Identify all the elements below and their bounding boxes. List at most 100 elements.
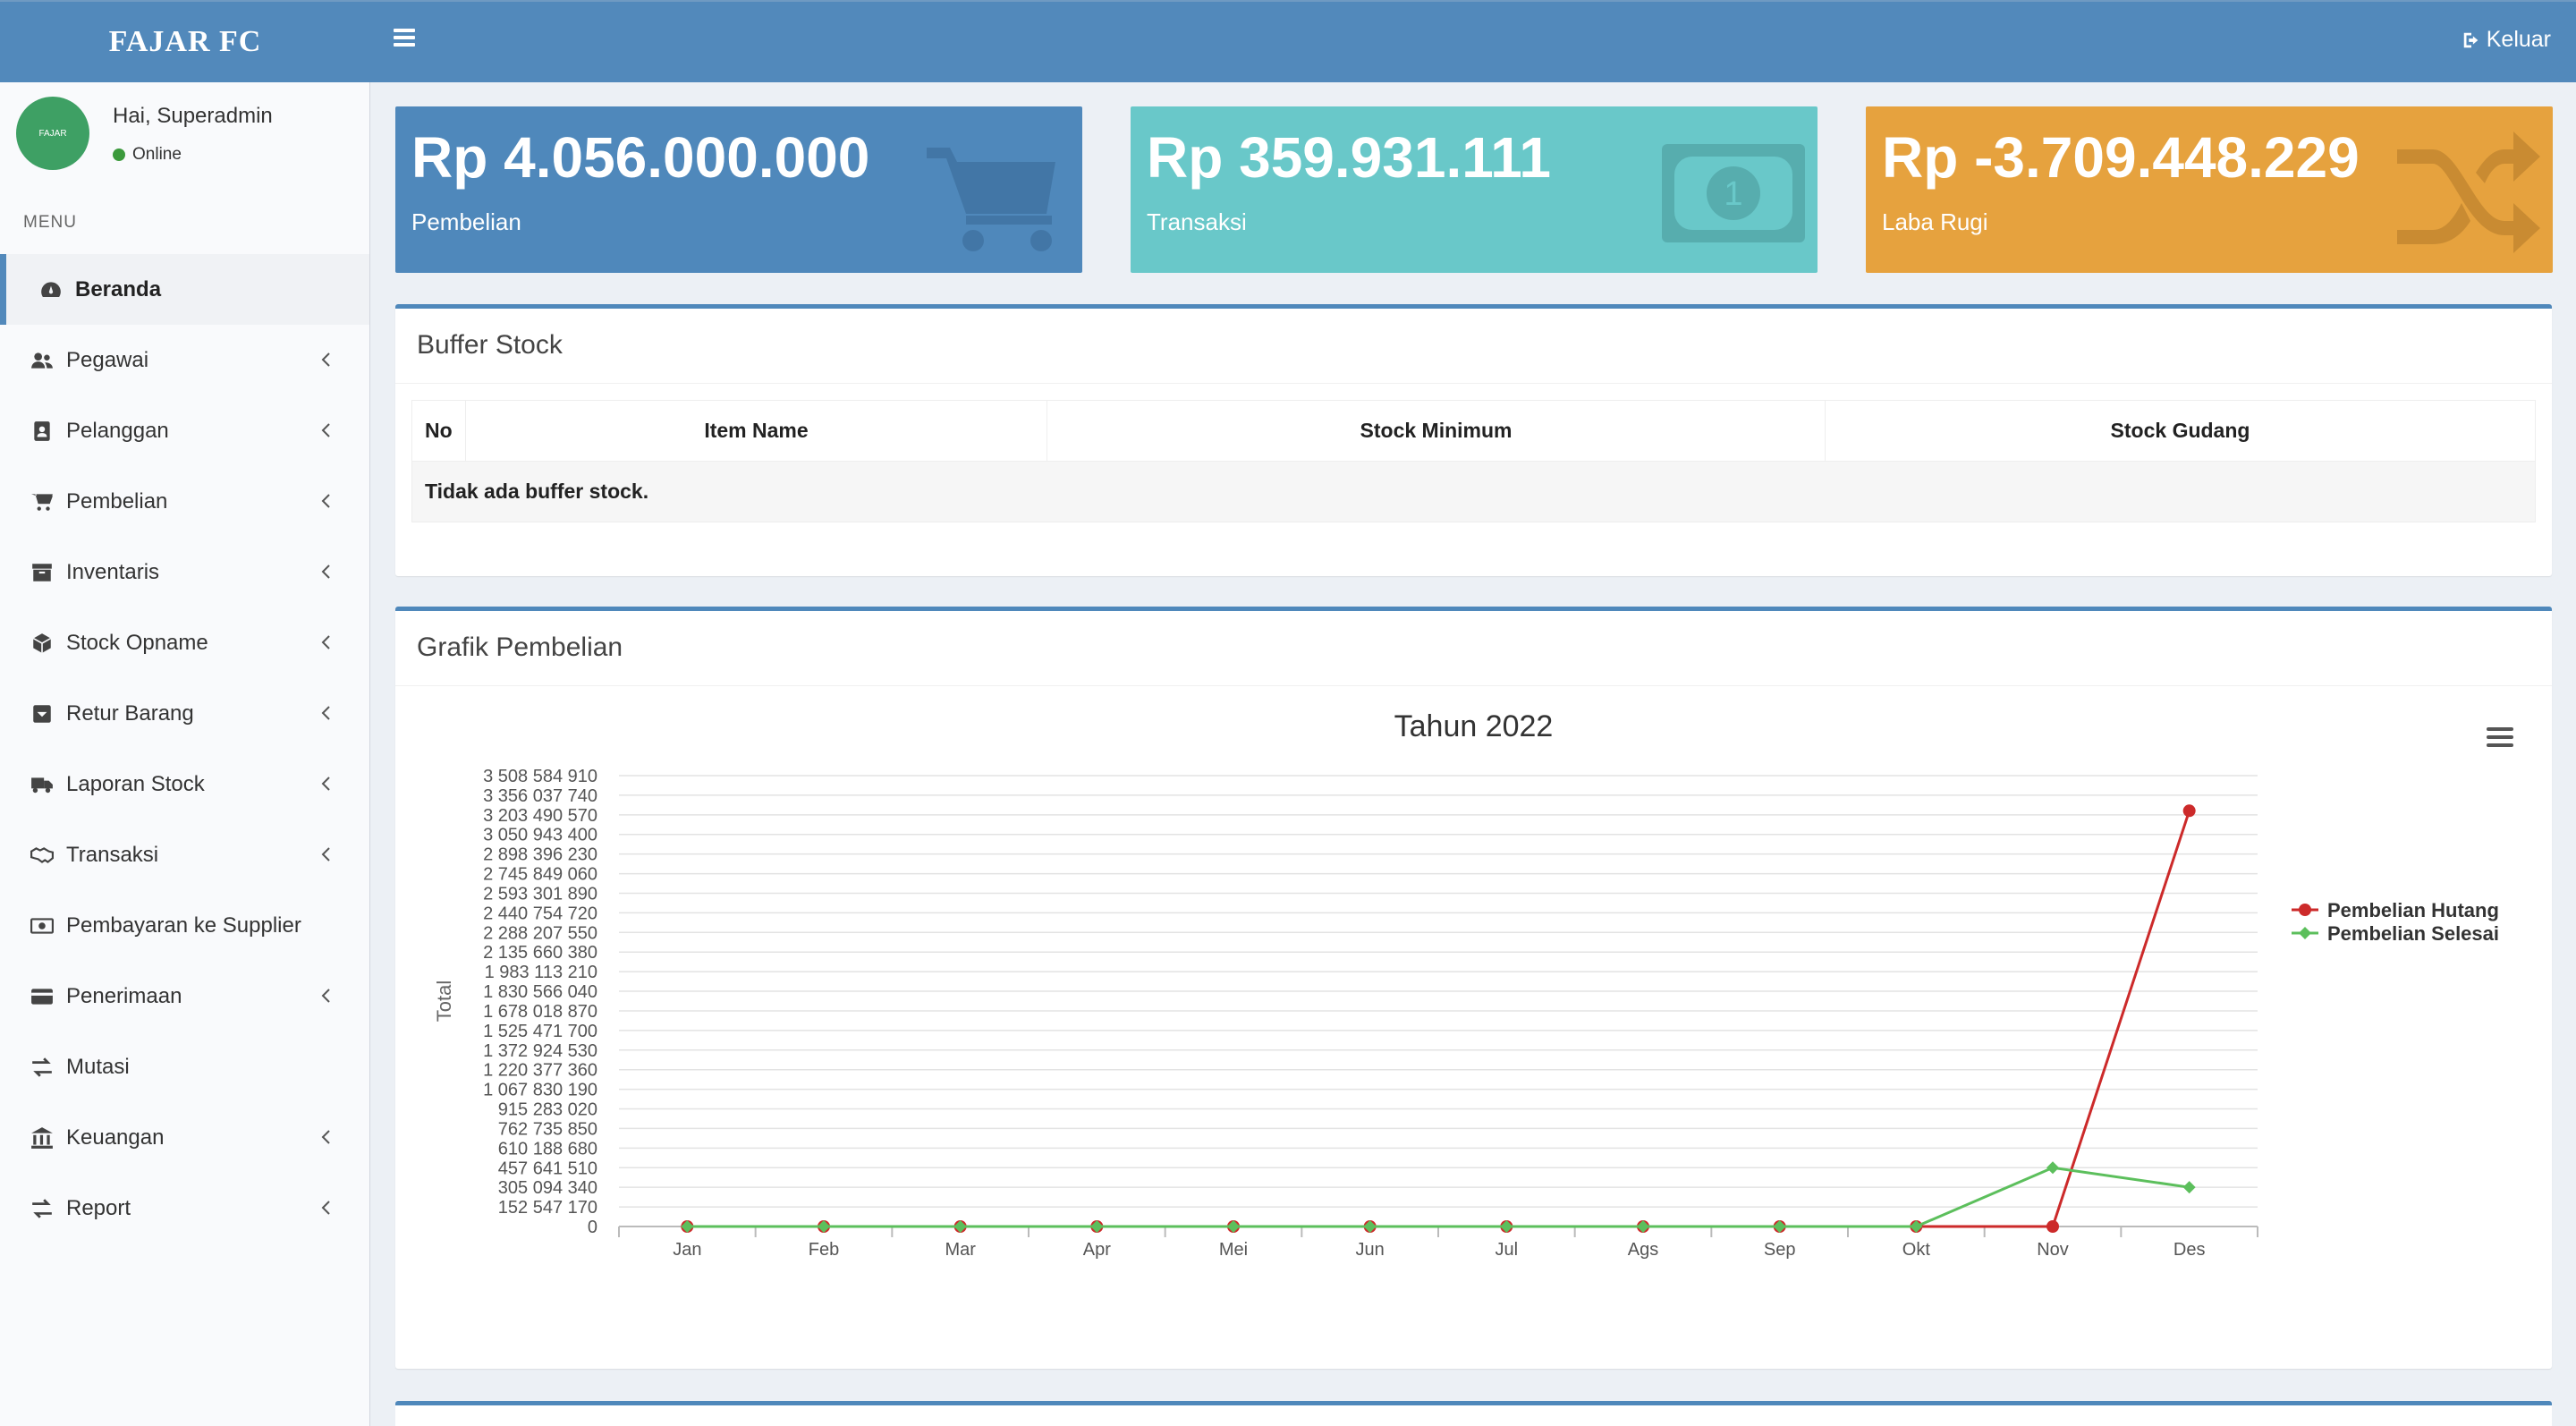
y-tick-label: 2 745 849 060 — [483, 865, 597, 885]
sidebar-item-pembayaran-ke-supplier[interactable]: Pembayaran ke Supplier — [0, 890, 369, 961]
info-box-caption: Transaksi — [1147, 208, 1247, 235]
buffer-stock-box: Buffer Stock No Item Name Stock Minimum … — [395, 304, 2552, 576]
cube-icon — [29, 630, 55, 657]
y-tick-label: 1 678 018 870 — [483, 1002, 597, 1022]
sidebar-item-inventaris[interactable]: Inventaris — [0, 537, 369, 607]
top-navbar: FAJAR FC Keluar — [0, 0, 2576, 82]
y-tick-label: 2 288 207 550 — [483, 923, 597, 943]
x-tick-label: Jan — [673, 1240, 701, 1260]
data-point — [2046, 1161, 2059, 1175]
online-status-icon — [113, 149, 125, 161]
chart-area: Tahun 2022 0 152 547 170 305 094 340 457 64… — [395, 686, 2552, 1366]
table-row: Tidak ada buffer stock. — [411, 461, 2536, 522]
return-box-icon — [29, 700, 55, 727]
table-header-row: No Item Name Stock Minimum Stock Gudang — [411, 400, 2536, 462]
grafik-pembelian-box: Grafik Pembelian Tahun 2022 0 152 547 170… — [395, 607, 2552, 1369]
info-box-amount: Rp 359.931.111 — [1147, 125, 1551, 190]
user-status-label: Online — [132, 145, 182, 164]
x-tick-label: Mei — [1219, 1240, 1248, 1260]
sidebar-item-beranda[interactable]: Beranda — [0, 254, 369, 325]
users-icon — [29, 347, 55, 374]
line-chart: 0152 547 170305 094 340457 641 510610 18… — [433, 767, 2499, 1260]
cart-icon — [927, 148, 1055, 251]
chevron-left-icon — [319, 703, 337, 721]
sidebar-item-report[interactable]: Report — [0, 1173, 369, 1244]
chevron-left-icon — [319, 562, 337, 580]
sidebar-item-retur-barang[interactable]: Retur Barang — [0, 678, 369, 749]
sidebar-item-label: Stock Opname — [66, 630, 208, 655]
column-header-stock-minimum: Stock Minimum — [1046, 400, 1826, 462]
column-header-stock-gudang: Stock Gudang — [1825, 400, 2536, 462]
sidebar-item-keuangan[interactable]: Keuangan — [0, 1102, 369, 1173]
chevron-left-icon — [319, 845, 337, 862]
x-tick-label: Des — [2174, 1240, 2206, 1260]
truck-icon — [29, 771, 55, 798]
chevron-left-icon — [319, 632, 337, 650]
y-tick-label: 2 440 754 720 — [483, 904, 597, 923]
svg-text:1: 1 — [1724, 175, 1742, 213]
sidebar-toggle-icon[interactable] — [394, 29, 415, 47]
credit-card-icon — [29, 983, 55, 1010]
shuffle-icon — [2397, 132, 2540, 253]
x-tick-label: Ags — [1628, 1240, 1658, 1260]
logout-button[interactable]: Keluar — [2462, 27, 2551, 53]
info-box-amount: Rp 4.056.000.000 — [411, 125, 870, 190]
y-tick-label: 3 356 037 740 — [483, 786, 597, 806]
x-tick-label: Apr — [1083, 1240, 1111, 1260]
legend-label: Pembelian Hutang — [2327, 899, 2499, 921]
sidebar-item-mutasi[interactable]: Mutasi — [0, 1031, 369, 1102]
sidebar-item-label: Beranda — [75, 276, 162, 301]
buffer-stock-table: No Item Name Stock Minimum Stock Gudang … — [411, 400, 2536, 522]
sidebar-item-label: Report — [66, 1195, 131, 1220]
x-tick-label: Nov — [2037, 1240, 2069, 1260]
exchange-icon — [29, 1054, 55, 1081]
sidebar-item-pembelian[interactable]: Pembelian — [0, 466, 369, 537]
x-tick-label: Jul — [1496, 1240, 1519, 1260]
sidebar-item-penerimaan[interactable]: Penerimaan — [0, 961, 369, 1031]
chevron-left-icon — [319, 420, 337, 438]
info-box-laba-rugi: Rp -3.709.448.229 Laba Rugi — [1866, 106, 2553, 273]
cart-icon — [29, 488, 55, 515]
legend-label: Pembelian Selesai — [2327, 922, 2499, 945]
x-tick-label: Jun — [1356, 1240, 1385, 1260]
grafik-pembelian-title: Grafik Pembelian — [395, 611, 2552, 686]
chevron-left-icon — [319, 1198, 337, 1216]
brand-logo[interactable]: FAJAR FC — [0, 2, 370, 82]
data-point — [2182, 804, 2196, 818]
y-tick-label: 305 094 340 — [498, 1178, 597, 1198]
user-panel: FAJAR Hai, Superadmin Online — [0, 82, 369, 208]
info-box-caption: Pembelian — [411, 208, 521, 235]
y-tick-label: 2 898 396 230 — [483, 845, 597, 865]
y-tick-label: 610 188 680 — [498, 1139, 597, 1159]
sidebar-item-label: Penerimaan — [66, 983, 182, 1008]
sidebar-item-label: Pembayaran ke Supplier — [66, 912, 301, 938]
sidebar-item-stock-opname[interactable]: Stock Opname — [0, 607, 369, 678]
sidebar-item-pegawai[interactable]: Pegawai — [0, 325, 369, 395]
legend-marker — [2299, 927, 2311, 939]
y-tick-label: 1 372 924 530 — [483, 1041, 597, 1061]
y-tick-label: 152 547 170 — [498, 1198, 597, 1218]
y-tick-label: 1 067 830 190 — [483, 1081, 597, 1100]
archive-icon — [29, 559, 55, 586]
dashboard-icon — [38, 276, 64, 303]
sidebar-item-label: Pegawai — [66, 347, 149, 372]
sidebar-menu: Beranda Pegawai Pelanggan Pembelian Inventar… — [0, 254, 369, 1244]
buffer-stock-title: Buffer Stock — [395, 309, 2552, 384]
sidebar-item-label: Pembelian — [66, 488, 168, 514]
sidebar-item-pelanggan[interactable]: Pelanggan — [0, 395, 369, 466]
sidebar-item-label: Pelanggan — [66, 418, 169, 443]
sidebar-item-label: Transaksi — [66, 842, 159, 867]
y-tick-label: 2 135 660 380 — [483, 943, 597, 963]
y-tick-label: 457 641 510 — [498, 1159, 597, 1178]
buffer-stock-body: No Item Name Stock Minimum Stock Gudang … — [395, 384, 2552, 539]
chevron-left-icon — [319, 986, 337, 1004]
sidebar-item-transaksi[interactable]: Transaksi — [0, 819, 369, 890]
exchange-icon — [29, 1195, 55, 1222]
y-tick-label: 1 830 566 040 — [483, 982, 597, 1002]
y-tick-label: 1 525 471 700 — [483, 1022, 597, 1041]
money-icon: 1 — [1662, 144, 1805, 242]
sidebar-item-laporan-stock[interactable]: Laporan Stock — [0, 749, 369, 819]
y-tick-label: 1 983 113 210 — [485, 963, 597, 982]
info-box-pembelian: Rp 4.056.000.000 Pembelian — [395, 106, 1082, 273]
chevron-left-icon — [319, 350, 337, 368]
